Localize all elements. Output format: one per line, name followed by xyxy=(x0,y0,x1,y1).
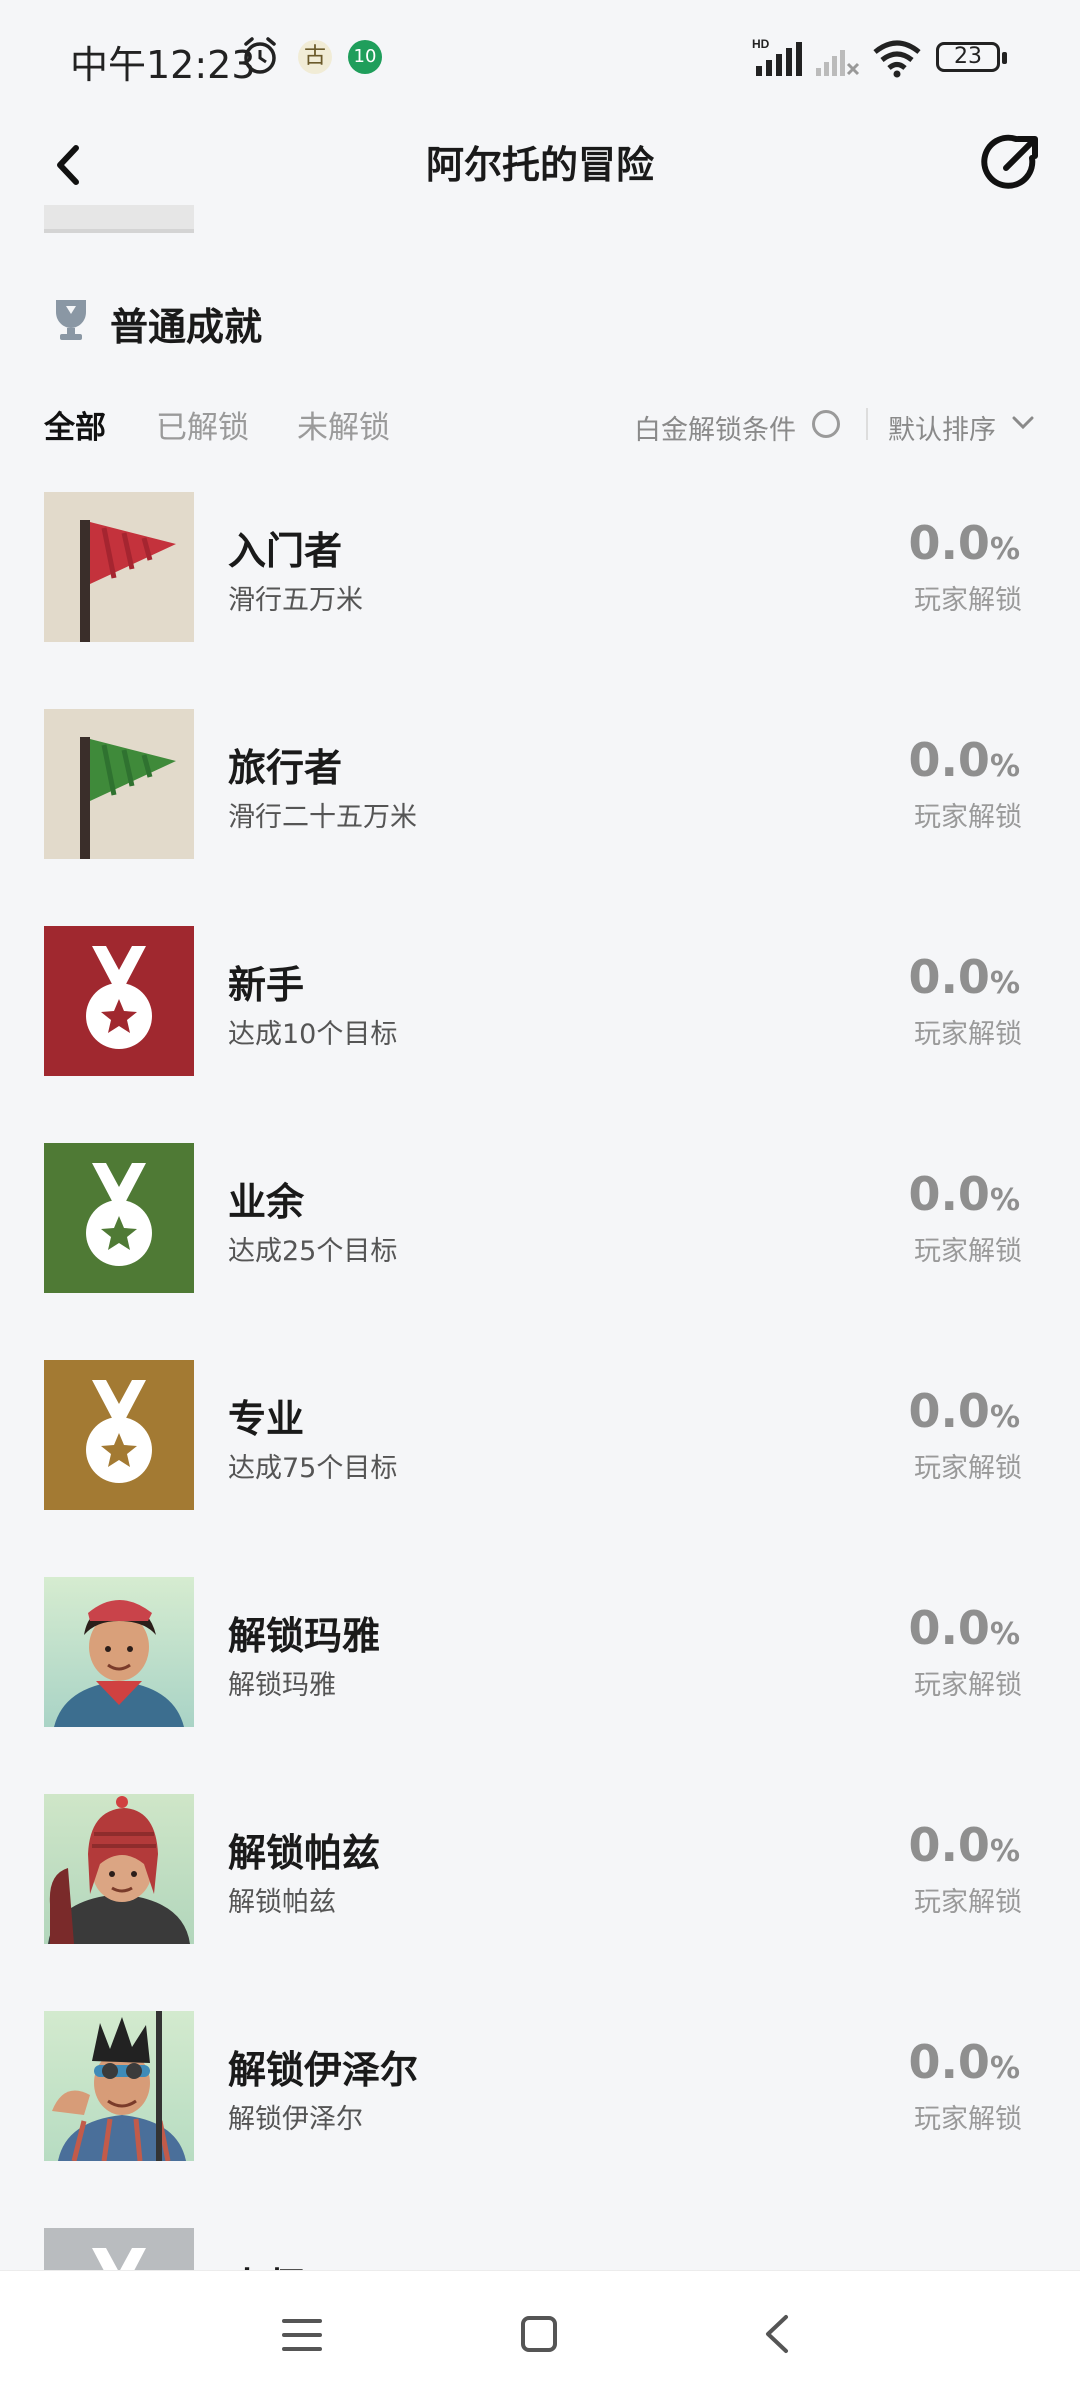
unlock-percent-label: 玩家解锁 xyxy=(914,1453,1022,1484)
character-izel-icon xyxy=(44,2011,194,2161)
share-button[interactable] xyxy=(976,128,1046,198)
platinum-condition-toggle[interactable] xyxy=(812,410,840,438)
achievement-desc: 解锁玛雅 xyxy=(228,1670,336,1701)
list-item[interactable]: 新手 达成10个目标 0.0% 玩家解锁 xyxy=(0,924,1080,1076)
wifi-icon xyxy=(873,40,921,78)
achievement-title: 入门者 xyxy=(228,529,343,573)
sort-dropdown[interactable]: 默认排序 xyxy=(888,408,996,447)
notification-badge-icon: 10 xyxy=(348,40,382,74)
battery-icon: 23 xyxy=(936,42,1007,72)
achievement-desc: 达成75个目标 xyxy=(228,1453,398,1484)
tab-all[interactable]: 全部 xyxy=(44,402,106,447)
achievement-desc: 滑行二十五万米 xyxy=(228,802,417,833)
unlock-percent: 0.0% xyxy=(908,733,1020,787)
achievement-desc: 滑行五万米 xyxy=(228,585,363,616)
achievement-title: 解锁帕兹 xyxy=(228,1831,381,1875)
list-item[interactable]: 解锁伊泽尔 解锁伊泽尔 0.0% 玩家解锁 xyxy=(0,2009,1080,2161)
tab-locked[interactable]: 未解锁 xyxy=(297,402,390,447)
chevron-down-icon[interactable] xyxy=(1010,412,1036,434)
achievement-title: 旅行者 xyxy=(228,746,343,790)
unlock-percent: 0.0% xyxy=(908,2035,1020,2089)
hd-signal-icon: HD xyxy=(752,37,802,76)
unlock-percent: 0.0% xyxy=(908,1384,1020,1438)
back-icon[interactable] xyxy=(762,2313,792,2355)
unlock-percent-label: 玩家解锁 xyxy=(914,1236,1022,1267)
notification-icon: 古 xyxy=(298,40,332,74)
red-flag-icon xyxy=(44,492,194,642)
filter-bar: 全部 已解锁 未解锁 白金解锁条件 默认排序 xyxy=(0,396,1080,456)
status-time: 中午12:23 xyxy=(70,43,256,87)
achievement-title: 业余 xyxy=(228,1180,305,1224)
status-bar: 中午12:23 古 10 HD 23 xyxy=(0,0,1080,110)
achievement-title: 新手 xyxy=(228,963,305,1007)
trophy-icon xyxy=(56,300,86,340)
unlock-percent: 0.0% xyxy=(908,950,1020,1004)
platinum-condition-label[interactable]: 白金解锁条件 xyxy=(634,408,796,447)
unlock-percent-label: 玩家解锁 xyxy=(914,1019,1022,1050)
alarm-icon xyxy=(244,37,276,74)
unlock-percent: 0.0% xyxy=(908,1818,1020,1872)
list-item[interactable]: 解锁帕兹 解锁帕兹 0.0% 玩家解锁 xyxy=(0,1792,1080,1944)
achievement-desc: 达成10个目标 xyxy=(228,1019,398,1050)
unlock-percent-label: 玩家解锁 xyxy=(914,2104,1022,2135)
divider xyxy=(866,408,868,440)
character-paz-icon xyxy=(44,1794,194,1944)
achievement-title: 解锁玛雅 xyxy=(228,1614,381,1658)
achievement-desc: 达成25个目标 xyxy=(228,1236,398,1267)
red-medal-icon xyxy=(44,926,194,1076)
unlock-percent: 0.0% xyxy=(908,1601,1020,1655)
green-flag-icon xyxy=(44,709,194,859)
green-medal-icon xyxy=(44,1143,194,1293)
unlock-percent-label: 玩家解锁 xyxy=(914,1670,1022,1701)
list-item[interactable]: 业余 达成25个目标 0.0% 玩家解锁 xyxy=(0,1141,1080,1293)
list-item[interactable]: 专业 达成75个目标 0.0% 玩家解锁 xyxy=(0,1358,1080,1510)
unlock-percent: 0.0% xyxy=(908,1167,1020,1221)
achievement-title: 专业 xyxy=(228,1397,305,1441)
home-icon[interactable] xyxy=(520,2313,558,2355)
section-header: 普通成就 xyxy=(44,290,644,350)
menu-icon[interactable] xyxy=(282,2317,322,2353)
page-title: 阿尔托的冒险 xyxy=(425,143,654,187)
unlock-percent-label: 玩家解锁 xyxy=(914,585,1022,616)
character-maya-icon xyxy=(44,1577,194,1727)
svg-text:HD: HD xyxy=(752,37,770,51)
section-title: 普通成就 xyxy=(110,305,263,349)
achievement-desc: 解锁伊泽尔 xyxy=(228,2104,363,2135)
system-navbar xyxy=(0,2270,1080,2400)
list-item[interactable]: 入门者 滑行五万米 0.0% 玩家解锁 xyxy=(0,490,1080,642)
scrolled-card-edge xyxy=(44,205,194,233)
unlock-percent: 0.0% xyxy=(908,516,1020,570)
gold-medal-icon xyxy=(44,1360,194,1510)
signal-no-service-icon xyxy=(816,50,860,76)
unlock-percent-label: 玩家解锁 xyxy=(914,1887,1022,1918)
list-item[interactable]: 解锁玛雅 解锁玛雅 0.0% 玩家解锁 xyxy=(0,1575,1080,1727)
achievement-desc: 解锁帕兹 xyxy=(228,1887,336,1918)
list-item[interactable]: 旅行者 滑行二十五万米 0.0% 玩家解锁 xyxy=(0,707,1080,859)
unlock-percent-label: 玩家解锁 xyxy=(914,802,1022,833)
achievement-title: 解锁伊泽尔 xyxy=(228,2048,419,2092)
tab-unlocked[interactable]: 已解锁 xyxy=(156,402,249,447)
